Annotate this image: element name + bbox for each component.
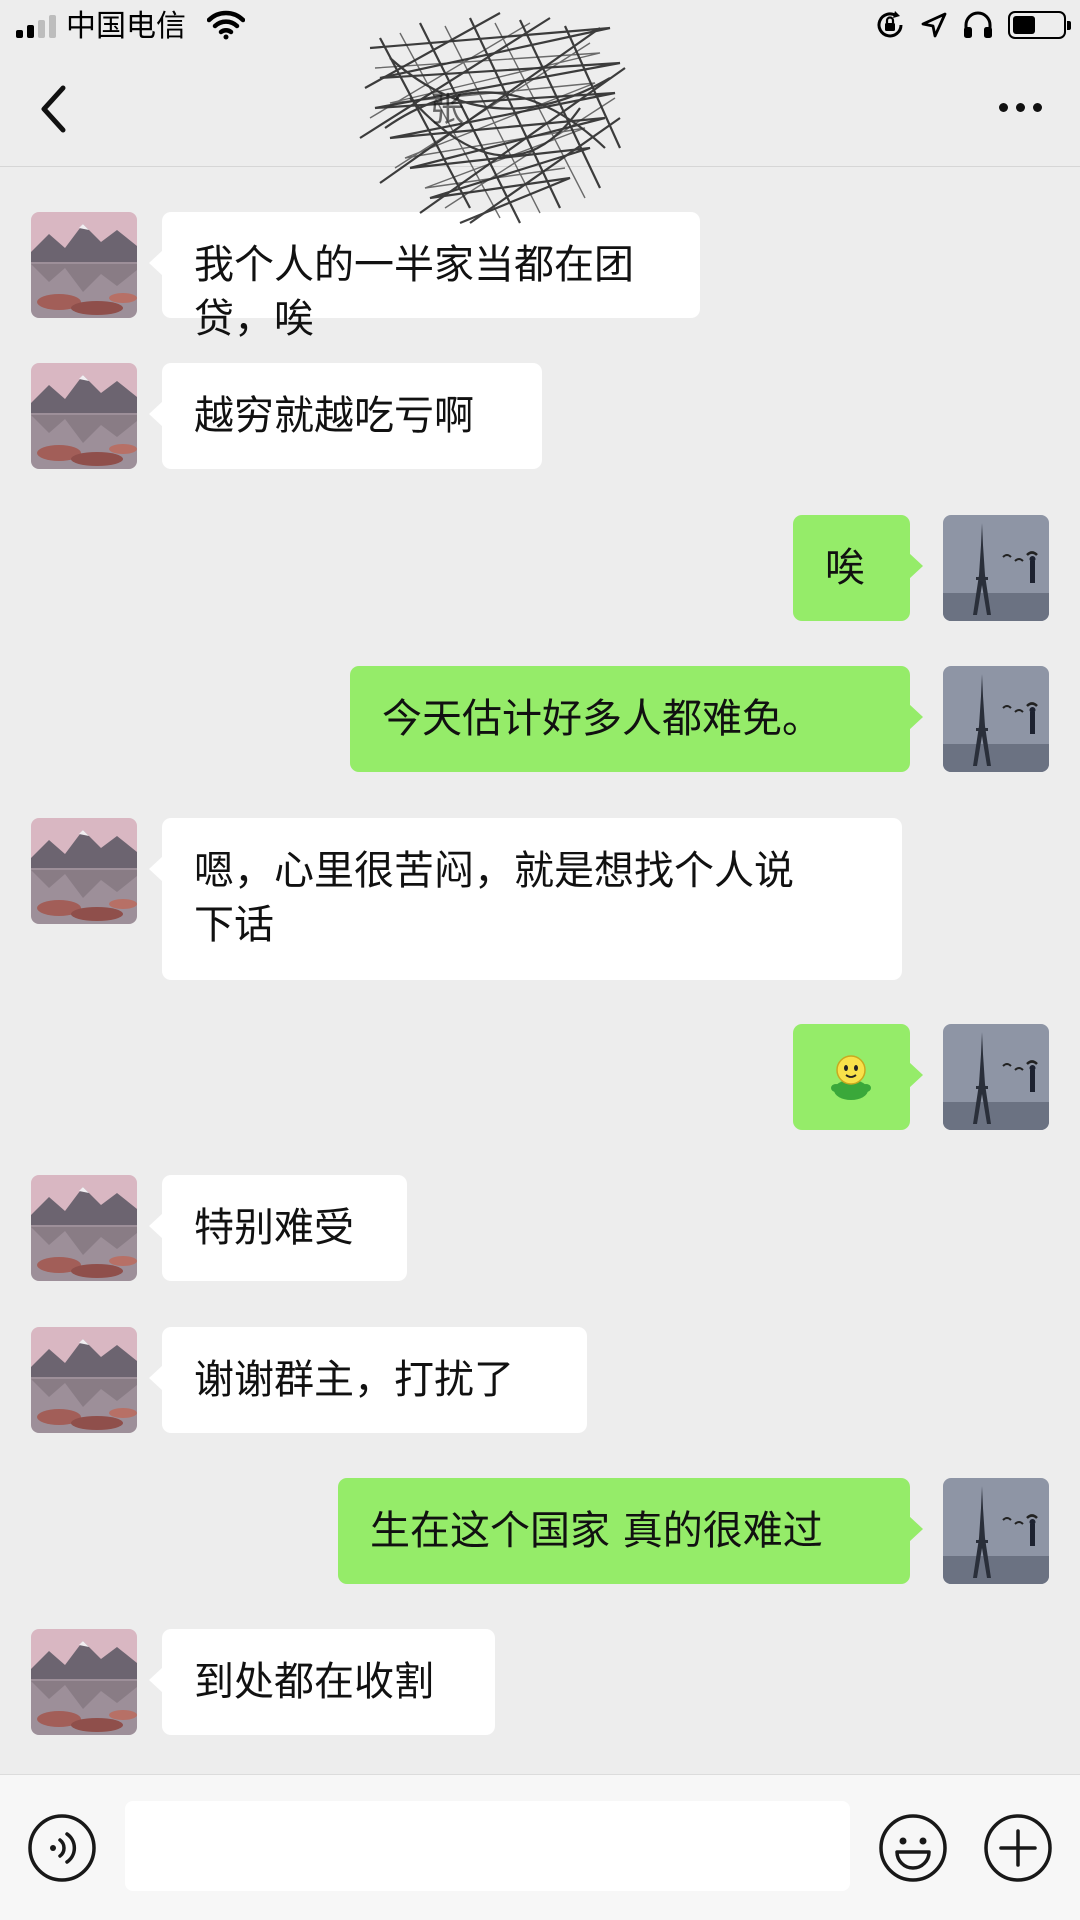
received-message-bubble[interactable]: 特别难受: [149, 1175, 407, 1281]
chat-title: 张: [430, 90, 464, 130]
contact-avatar[interactable]: [31, 212, 137, 318]
sent-message-bubble[interactable]: [793, 1024, 923, 1130]
more-functions-button[interactable]: [983, 1813, 1053, 1883]
more-options-button[interactable]: [990, 82, 1050, 132]
message-input[interactable]: [125, 1801, 850, 1891]
eiffel-tower-image: [943, 1478, 1049, 1584]
my-avatar[interactable]: [943, 666, 1049, 772]
received-message-bubble[interactable]: 谢谢群主，打扰了: [149, 1327, 587, 1433]
message-row: 今天估计好多人都难免。: [0, 666, 1080, 774]
contact-avatar[interactable]: [31, 363, 137, 469]
carrier-name: 中国电信: [66, 9, 186, 44]
message-row: 嗯，心里很苦闷，就是想找个人说 下话: [0, 818, 1080, 982]
eiffel-tower-image: [943, 515, 1049, 621]
headphones-icon: [964, 11, 992, 38]
eiffel-tower-image: [943, 1024, 1049, 1130]
voice-icon: [28, 1814, 96, 1882]
mountain-lake-image: [31, 818, 137, 924]
chat-screen: 中国电信 张 我个人的一半家当都在团贷，唉 越穷就越吃亏啊 唉 今天估计好多人都…: [0, 0, 1080, 1920]
signal-strength-icon: [16, 15, 56, 38]
contact-avatar[interactable]: [31, 818, 137, 924]
chevron-left-icon: [41, 85, 66, 133]
green-figure-emoji-icon: [831, 1055, 871, 1100]
message-row: [0, 1024, 1080, 1132]
emoji-button[interactable]: [878, 1813, 948, 1883]
message-row: 越穷就越吃亏啊: [0, 363, 1080, 471]
smiley-icon: [879, 1814, 947, 1882]
location-arrow-icon: [921, 12, 947, 38]
voice-button[interactable]: [27, 1813, 97, 1883]
mountain-lake-image: [31, 1175, 137, 1281]
message-list[interactable]: 我个人的一半家当都在团贷，唉 越穷就越吃亏啊 唉 今天估计好多人都难免。 嗯，心…: [0, 167, 1080, 1774]
ellipsis-icon: [998, 102, 1008, 112]
contact-avatar[interactable]: [31, 1175, 137, 1281]
received-message-bubble[interactable]: 越穷就越吃亏啊: [149, 363, 542, 469]
mountain-lake-image: [31, 1629, 137, 1735]
input-bar: [0, 1774, 1080, 1920]
contact-avatar[interactable]: [31, 1327, 137, 1433]
sent-message-bubble[interactable]: 唉: [793, 515, 923, 621]
contact-avatar[interactable]: [31, 1629, 137, 1735]
back-button[interactable]: [30, 74, 80, 144]
message-row: 特别难受: [0, 1175, 1080, 1283]
my-avatar[interactable]: [943, 1024, 1049, 1130]
received-message-bubble[interactable]: 我个人的一半家当都在团贷，唉: [149, 212, 700, 342]
message-row: 生在这个国家 真的很难过: [0, 1478, 1080, 1586]
battery-icon: [1008, 11, 1071, 39]
nav-bar: 张: [0, 52, 1080, 167]
mountain-lake-image: [31, 212, 137, 318]
message-row: 谢谢群主，打扰了: [0, 1327, 1080, 1435]
my-avatar[interactable]: [943, 515, 1049, 621]
wifi-icon: [207, 10, 245, 40]
sent-message-bubble[interactable]: 今天估计好多人都难免。: [350, 666, 923, 772]
sent-message-bubble[interactable]: 生在这个国家 真的很难过: [338, 1478, 923, 1584]
my-avatar[interactable]: [943, 1478, 1049, 1584]
rotation-lock-icon: [877, 11, 903, 38]
eiffel-tower-image: [943, 666, 1049, 772]
message-row: 唉: [0, 515, 1080, 623]
mountain-lake-image: [31, 1327, 137, 1433]
received-message-bubble[interactable]: 到处都在收割: [149, 1629, 495, 1735]
status-bar: 中国电信: [0, 0, 1080, 52]
message-row: 我个人的一半家当都在团贷，唉: [0, 212, 1080, 342]
plus-circle-icon: [984, 1814, 1052, 1882]
message-row: 到处都在收割: [0, 1629, 1080, 1737]
received-message-bubble[interactable]: 嗯，心里很苦闷，就是想找个人说 下话: [149, 818, 902, 980]
mountain-lake-image: [31, 363, 137, 469]
